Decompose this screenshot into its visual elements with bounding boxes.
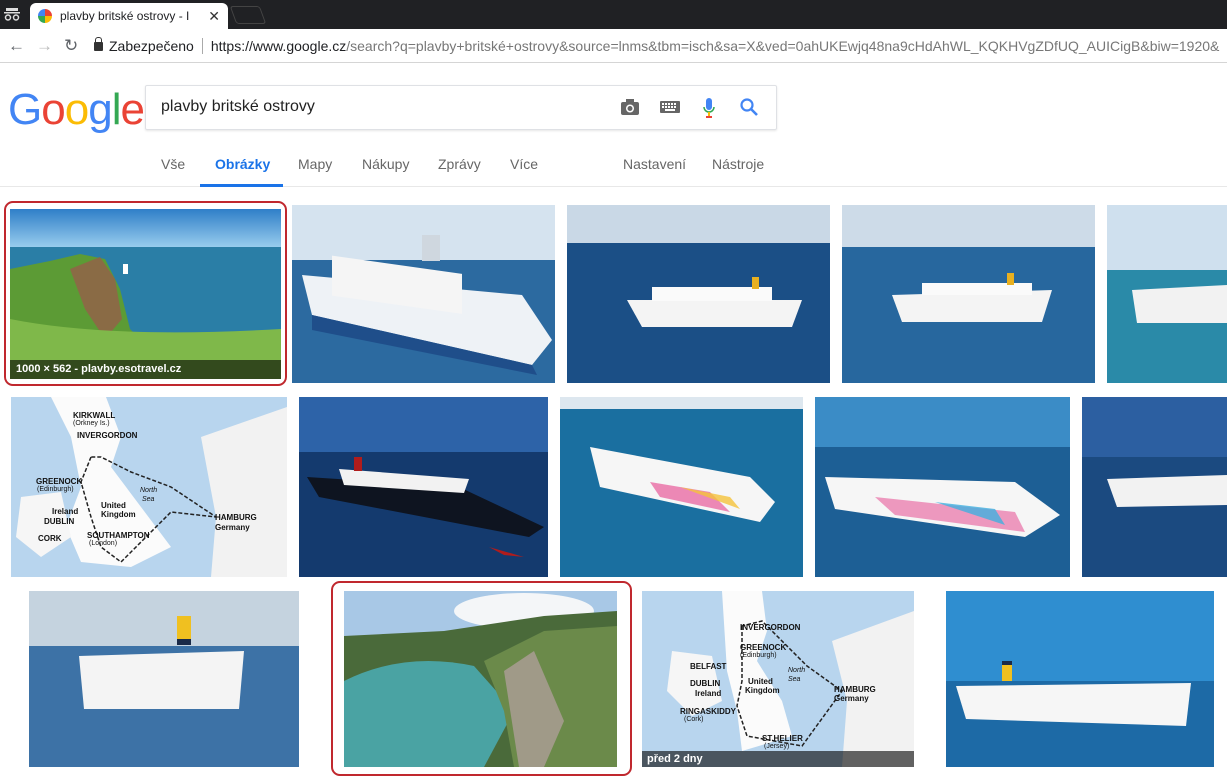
highlight-outline — [4, 201, 287, 386]
map-label: DUBLIN — [44, 517, 75, 526]
map-label: Kingdom — [745, 686, 780, 695]
cruise-ship-photo — [560, 397, 803, 577]
map-label: (Cork) — [684, 716, 704, 723]
tab-shopping[interactable]: Nákupy — [347, 156, 424, 187]
map-label: Ireland — [52, 507, 79, 516]
cruise-ship-photo — [299, 397, 548, 577]
map-label: BELFAST — [690, 662, 727, 671]
browser-tab-strip: plavby britské ostrovy - I ✕ — [0, 0, 1227, 29]
image-result[interactable] — [560, 397, 803, 577]
tab-news[interactable]: Zprávy — [423, 156, 496, 187]
google-favicon-icon — [38, 9, 52, 23]
image-result[interactable]: INVERGORDON GREENOCK (Edinburgh) BELFAST… — [642, 591, 914, 767]
image-caption: před 2 dny — [642, 751, 914, 767]
map-label: (Edinburgh) — [740, 652, 777, 659]
cruise-ship-photo — [946, 591, 1214, 767]
logo-letter: o — [64, 85, 90, 134]
search-box[interactable]: plavby britské ostrovy — [145, 85, 777, 130]
map-label: DUBLIN — [690, 679, 721, 688]
map-label: KIRKWALL — [73, 411, 116, 420]
tab-title: plavby britské ostrovy - I — [60, 9, 190, 23]
highlight-outline — [331, 581, 632, 776]
map-label: SOUTHAMPTON — [87, 531, 150, 540]
cruise-ship-photo — [842, 205, 1095, 383]
forward-icon[interactable]: → — [36, 36, 53, 56]
new-tab-button[interactable] — [229, 6, 267, 24]
image-result[interactable]: KIRKWALL (Orkney Is.) INVERGORDON GREENO… — [11, 397, 287, 577]
map-label: Sea — [142, 496, 155, 503]
cruise-ship-photo — [815, 397, 1070, 577]
cruise-ship-photo — [567, 205, 830, 383]
map-label: INVERGORDON — [740, 623, 801, 632]
url-path: /search?q=plavby+britské+ostrovy&source=… — [346, 38, 1220, 54]
close-tab-icon[interactable]: ✕ — [208, 8, 220, 25]
back-icon[interactable]: ← — [8, 36, 25, 56]
map-label: Ireland — [695, 689, 722, 698]
map-label: CORK — [38, 534, 62, 543]
image-result[interactable] — [1107, 205, 1227, 383]
map-label: Germany — [834, 694, 869, 703]
map-label: (Edinburgh) — [37, 486, 74, 493]
map-label: United — [101, 501, 126, 510]
google-logo[interactable]: Google — [8, 85, 145, 135]
map-label: HAMBURG — [834, 685, 876, 694]
map-label: RINGASKIDDY — [680, 707, 737, 716]
camera-icon[interactable] — [620, 97, 640, 117]
search-icon[interactable] — [739, 97, 759, 117]
address-bar-row: ← → ↻ Zabezpečeno https://www.google.cz … — [0, 29, 1227, 63]
cruise-ship-photo — [292, 205, 555, 383]
image-result[interactable] — [567, 205, 830, 383]
cruise-ship-photo — [29, 591, 299, 767]
map-label: GREENOCK — [740, 643, 787, 652]
microphone-icon[interactable] — [702, 97, 716, 119]
map-label: United — [748, 677, 773, 686]
url-host: https://www.google.cz — [210, 38, 347, 54]
image-result[interactable] — [815, 397, 1070, 577]
logo-letter: o — [41, 85, 66, 134]
image-result[interactable] — [292, 205, 555, 383]
google-header: Google plavby britské ostrovy Vše Obrázk… — [0, 63, 1227, 187]
image-result[interactable] — [299, 397, 548, 577]
keyboard-icon[interactable] — [660, 99, 680, 115]
map-label: ST.HELIER — [762, 734, 803, 743]
image-result[interactable] — [946, 591, 1214, 767]
cruise-ship-photo — [1107, 205, 1227, 383]
reload-icon[interactable]: ↻ — [64, 36, 78, 56]
map-label: (London) — [89, 540, 118, 547]
map-label: (Orkney Is.) — [73, 420, 110, 427]
search-input[interactable]: plavby britské ostrovy — [161, 98, 315, 116]
image-result[interactable] — [842, 205, 1095, 383]
secure-label: Zabezpečeno — [109, 38, 194, 54]
map-label: Sea — [788, 676, 801, 683]
map-label: North — [788, 667, 806, 674]
image-result[interactable] — [1082, 397, 1227, 577]
tab-settings[interactable]: Nastavení — [608, 156, 701, 187]
logo-letter: G — [8, 85, 42, 134]
logo-letter: g — [88, 85, 113, 134]
tab-tools[interactable]: Nástroje — [697, 156, 779, 187]
map-label: (Jersey) — [764, 743, 790, 750]
map-label: GREENOCK — [36, 477, 83, 486]
tab-more[interactable]: Více — [495, 156, 553, 187]
image-result[interactable] — [29, 591, 299, 767]
cruise-ship-photo — [1082, 397, 1227, 577]
lock-icon — [94, 36, 103, 51]
map-label: HAMBURG — [215, 513, 257, 522]
tab-maps[interactable]: Mapy — [283, 156, 347, 187]
tab-images[interactable]: Obrázky — [200, 156, 283, 187]
logo-letter: e — [120, 85, 145, 134]
map-label: Germany — [215, 523, 250, 532]
map-label: Kingdom — [101, 510, 136, 519]
map-label: INVERGORDON — [77, 431, 138, 440]
browser-tab[interactable]: plavby britské ostrovy - I ✕ — [30, 3, 228, 29]
url-field[interactable]: Zabezpečeno https://www.google.cz /searc… — [94, 35, 1219, 57]
map-label: North — [140, 487, 158, 494]
tab-all[interactable]: Vše — [146, 156, 200, 187]
incognito-icon — [4, 8, 20, 21]
url-divider — [201, 38, 203, 54]
